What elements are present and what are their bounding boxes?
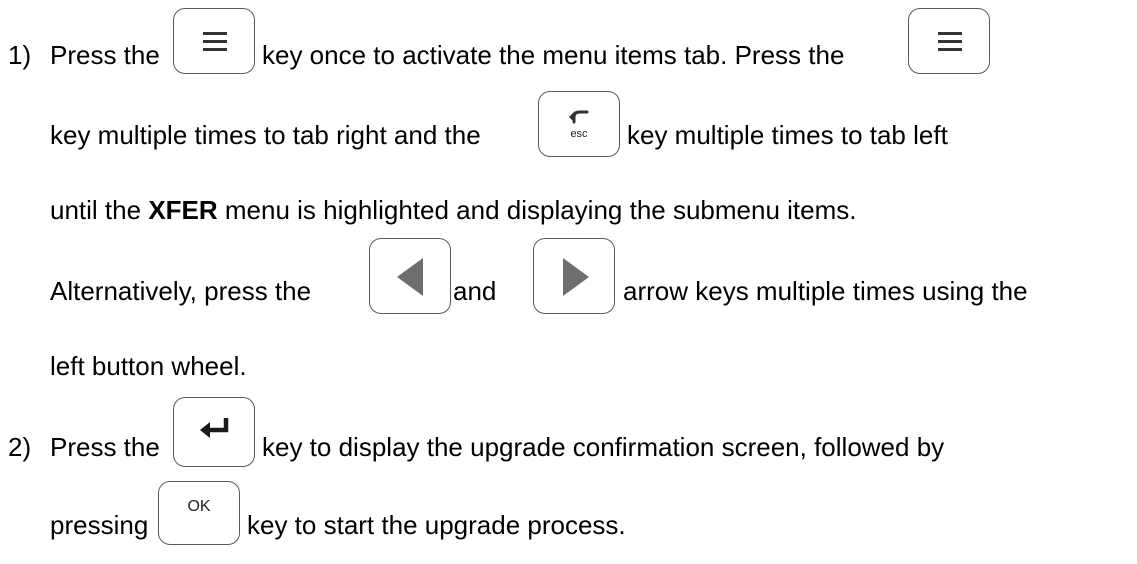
step-1-line-5: left button wheel. bbox=[50, 351, 247, 381]
step-2-line-1b: key to display the upgrade confirmation … bbox=[262, 432, 945, 462]
step-1-line-1b: key once to activate the menu items tab.… bbox=[262, 40, 845, 70]
menu-key-2 bbox=[908, 8, 990, 74]
menu-icon bbox=[938, 32, 962, 51]
step-1-line-3a-text: until the bbox=[50, 195, 142, 225]
step-1-line-2b: key multiple times to tab left bbox=[627, 120, 948, 150]
back-arrow-icon bbox=[569, 110, 589, 124]
step-1-line-4c: arrow keys multiple times using the bbox=[623, 276, 1028, 306]
step-1-number: 1) bbox=[8, 40, 32, 70]
menu-key bbox=[173, 8, 255, 74]
step-1-line-1a: Press the bbox=[50, 40, 160, 70]
ok-key: OK bbox=[158, 481, 240, 545]
left-arrow-key bbox=[369, 238, 451, 314]
triangle-left-icon bbox=[397, 258, 423, 296]
right-arrow-key bbox=[533, 238, 615, 314]
enter-key bbox=[173, 397, 255, 467]
triangle-right-icon bbox=[563, 258, 589, 296]
enter-arrow-icon bbox=[200, 418, 229, 438]
step-1-line-4b: and bbox=[453, 276, 497, 306]
step-2-number: 2) bbox=[8, 432, 32, 462]
xfer-menu-name: XFER bbox=[148, 195, 218, 225]
ok-label: OK bbox=[187, 498, 211, 515]
menu-icon bbox=[203, 32, 227, 51]
esc-label: esc bbox=[570, 128, 588, 140]
step-1-line-4a: Alternatively, press the bbox=[50, 276, 312, 306]
step-1-line-2a: key multiple times to tab right and the bbox=[50, 120, 481, 150]
esc-key: esc bbox=[538, 91, 620, 157]
step-1-line-3b-text: menu is highlighted and displaying the s… bbox=[224, 195, 857, 225]
step-2-line-2b: key to start the upgrade process. bbox=[247, 510, 626, 540]
step-2-line-1a: Press the bbox=[50, 432, 160, 462]
step-2-line-2a: pressing bbox=[50, 510, 149, 540]
step-1-line-3a: until the XFER menu is highlighted and d… bbox=[50, 195, 857, 225]
